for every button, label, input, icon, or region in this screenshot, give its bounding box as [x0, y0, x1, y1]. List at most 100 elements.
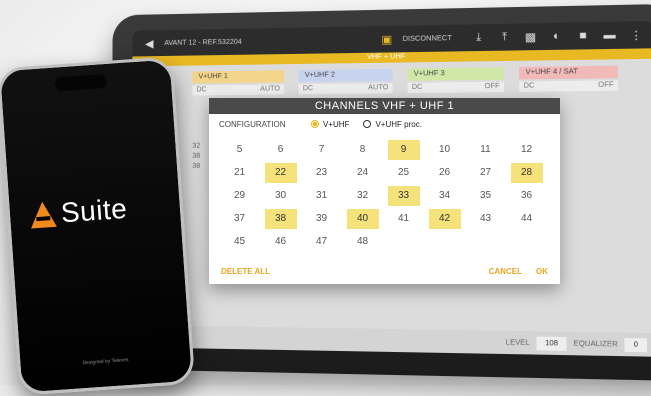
channel-number: 27: [479, 166, 492, 178]
channel-cell[interactable]: 22: [260, 161, 301, 184]
channel-cell[interactable]: 6: [260, 138, 301, 161]
channel-cell[interactable]: 27: [465, 161, 506, 184]
configuration-label: CONFIGURATION: [219, 119, 286, 129]
download-icon[interactable]: ⤓: [469, 31, 488, 45]
configuration-row: CONFIGURATION V+UHF V+UHF proc.: [209, 114, 560, 134]
channel-cell[interactable]: 38: [260, 207, 301, 230]
channel-number: 7: [318, 143, 325, 155]
level-label: LEVEL: [505, 338, 530, 347]
channel-cell[interactable]: 7: [301, 138, 342, 161]
output-tab-left: DC: [523, 82, 535, 90]
channel-number: 29: [233, 189, 246, 201]
channel-number: 28: [510, 162, 543, 183]
channel-cell[interactable]: 32: [342, 184, 383, 207]
channel-number: 38: [264, 208, 297, 229]
save-icon[interactable]: ■: [573, 29, 593, 43]
channel-cell[interactable]: 33: [383, 184, 424, 207]
channel-number: 34: [438, 189, 451, 201]
channel-cell[interactable]: 30: [260, 184, 301, 207]
channel-cell[interactable]: 44: [506, 207, 547, 230]
channel-number: 43: [479, 212, 492, 224]
channel-number: 31: [315, 189, 328, 201]
output-tab-right: AUTO: [368, 84, 389, 92]
channel-number: 23: [315, 166, 328, 178]
radio-vuhf[interactable]: V+UHF: [311, 120, 349, 129]
channel-cell[interactable]: 9: [383, 138, 424, 161]
channel-cell[interactable]: 48: [342, 230, 383, 253]
channel-cell[interactable]: 23: [301, 161, 342, 184]
list-item: 38: [192, 152, 201, 160]
output-tab-right: OFF: [484, 82, 500, 91]
channel-number: 36: [520, 189, 533, 201]
channel-cell[interactable]: 36: [506, 184, 547, 207]
channel-number: 33: [387, 185, 420, 206]
output-tab-row: DC AUTO: [298, 83, 393, 95]
channel-cell[interactable]: 46: [260, 230, 301, 253]
channel-number: 48: [356, 235, 369, 247]
channel-cell[interactable]: 10: [424, 138, 465, 161]
channel-cell[interactable]: 5: [219, 138, 260, 161]
output-tab[interactable]: V+UHF 3 DC OFF: [407, 67, 505, 94]
channel-cell[interactable]: 41: [383, 207, 424, 230]
device-reference: AVANT 12 - REF.532204: [164, 38, 242, 47]
channel-cell[interactable]: 43: [465, 207, 506, 230]
output-tab-left: DC: [196, 86, 207, 94]
channels-dialog: CHANNELS VHF + UHF 1 CONFIGURATION V+UHF…: [209, 98, 560, 284]
channel-number: 35: [479, 189, 492, 201]
bottom-bar: LEVEL 108 EQUALIZER 0: [131, 324, 651, 357]
channel-cell[interactable]: 24: [342, 161, 383, 184]
link-icon[interactable]: ▣: [377, 32, 396, 46]
channel-cell[interactable]: 21: [219, 161, 260, 184]
channel-cell[interactable]: 34: [424, 184, 465, 207]
channel-cell[interactable]: 39: [301, 207, 342, 230]
ok-button[interactable]: OK: [536, 267, 548, 276]
channel-cell[interactable]: 28: [506, 161, 547, 184]
logo-a-icon: [29, 200, 57, 229]
radio-label: V+UHF: [323, 119, 350, 129]
channel-cell[interactable]: 40: [342, 207, 383, 230]
channel-number: 11: [480, 143, 491, 155]
channel-cell[interactable]: 37: [219, 207, 260, 230]
channel-cell[interactable]: 31: [301, 184, 342, 207]
channel-number: 42: [428, 208, 461, 229]
channel-cell[interactable]: 25: [383, 161, 424, 184]
channel-cell[interactable]: 26: [424, 161, 465, 184]
equalizer-label: EQUALIZER: [573, 339, 618, 349]
dialog-title: CHANNELS VHF + UHF 1: [209, 98, 560, 114]
channel-cell[interactable]: 29: [219, 184, 260, 207]
channel-cell[interactable]: 45: [219, 230, 260, 253]
equalizer-value[interactable]: 0: [624, 337, 648, 352]
channel-cell[interactable]: 8: [342, 138, 383, 161]
list-item: 38: [192, 162, 201, 170]
radio-vuhf-proc[interactable]: V+UHF proc.: [363, 119, 422, 129]
back-icon[interactable]: ◀: [140, 37, 158, 50]
bars-icon[interactable]: ▩: [521, 30, 541, 44]
radio-label: V+UHF proc.: [375, 119, 422, 129]
channel-number: 22: [264, 162, 297, 183]
radio-selected-icon: [311, 120, 319, 128]
output-tab-label: V+UHF 1: [192, 70, 285, 84]
output-tab[interactable]: V+UHF 2 DC AUTO: [298, 68, 393, 95]
channel-cell[interactable]: 35: [465, 184, 506, 207]
channel-cell[interactable]: 11: [465, 138, 506, 161]
level-value[interactable]: 108: [536, 336, 567, 351]
channel-cell[interactable]: 42: [424, 207, 465, 230]
output-tab-left: DC: [411, 83, 423, 92]
gauge-icon[interactable]: ◐: [547, 30, 567, 43]
upload-icon[interactable]: ⤒: [495, 30, 515, 44]
channel-cell[interactable]: 12: [506, 138, 547, 161]
output-tab[interactable]: V+UHF 1 DC AUTO: [192, 70, 285, 96]
cancel-button[interactable]: CANCEL: [489, 267, 522, 276]
channel-number: 41: [397, 212, 410, 224]
channel-number: 46: [274, 235, 287, 247]
channel-cell[interactable]: 47: [301, 230, 342, 253]
channel-number: 30: [274, 189, 287, 201]
output-tab-row: DC AUTO: [192, 84, 285, 96]
output-tab[interactable]: V+UHF 4 / SAT DC OFF: [518, 65, 619, 92]
delete-all-button[interactable]: DELETE ALL: [221, 267, 270, 276]
folder-icon[interactable]: ▬: [599, 29, 619, 42]
disconnect-button[interactable]: DISCONNECT: [403, 35, 452, 43]
logo-text: Suite: [59, 192, 129, 229]
more-icon[interactable]: ⋮: [626, 28, 646, 42]
phone-footer: Designed by Televes: [82, 357, 129, 367]
